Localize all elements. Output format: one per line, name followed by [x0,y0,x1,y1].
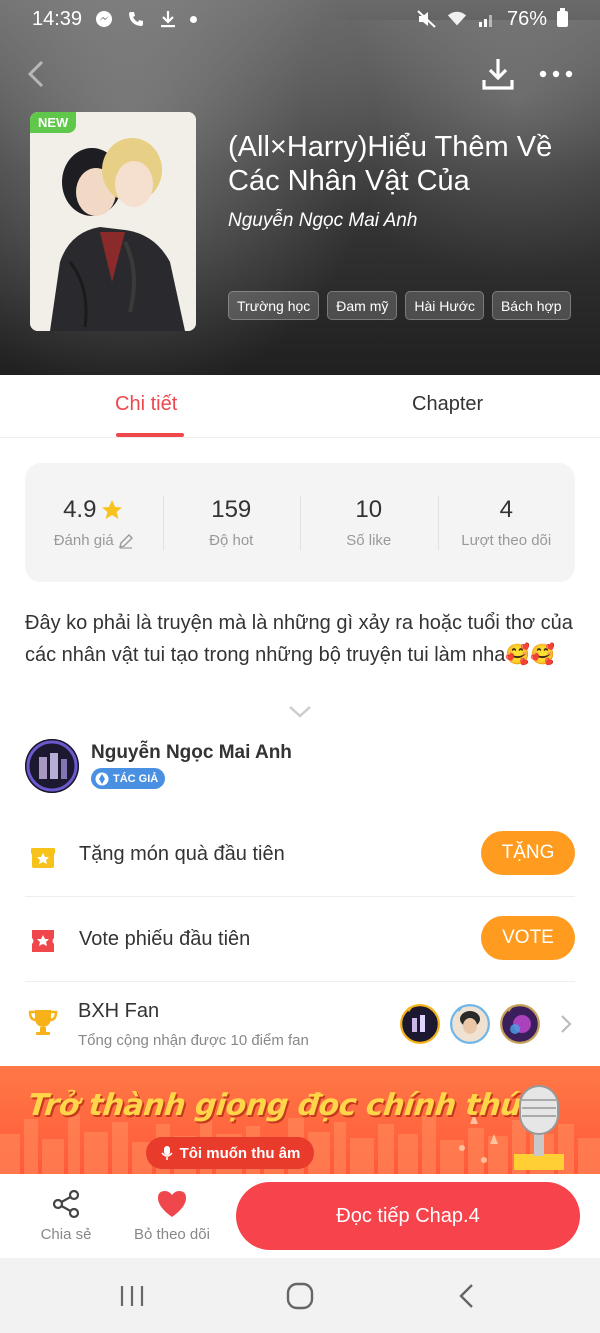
stat-rating[interactable]: 4.9 Đánh giá [25,488,163,558]
back-arrow-icon[interactable] [22,58,54,90]
messenger-icon [94,9,114,29]
unfollow-button[interactable]: Bỏ theo dõi [128,1188,216,1243]
tag-item[interactable]: Trường học [228,291,320,320]
book-cover[interactable]: NEW [30,112,196,331]
followers-label: Lượt theo dõi [461,532,552,549]
tab-bar: Chi tiết Chapter [0,375,600,438]
signal-icon [477,9,497,29]
vote-button[interactable]: VOTE [481,916,575,960]
cover-illustration [30,112,196,331]
fan-avatar[interactable] [400,1004,440,1044]
share-button[interactable]: Chia sẻ [36,1188,96,1243]
diamond-icon [95,772,109,785]
genre-tags: Trường học Đam mỹ Hài Hước Bách hợp [228,291,571,320]
vote-row: Vote phiếu đầu tiên VOTE [25,897,575,982]
status-time: 14:39 [32,7,83,30]
likes-label: Số like [346,532,392,549]
microphone-icon [514,1085,564,1170]
download-icon[interactable] [480,56,516,92]
status-bar: 14:39 76% [0,0,600,38]
star-icon [102,500,123,519]
gift-button[interactable]: TẶNG [481,831,575,875]
chevron-down-icon[interactable] [287,703,313,721]
battery-icon [557,8,568,27]
followers-value: 4 [499,496,513,523]
chevron-right-icon [559,1014,573,1034]
book-title: (All×Harry)Hiểu Thêm Về Các Nhân Vật Của [228,131,553,197]
record-button[interactable]: Tôi muốn thu âm [146,1137,314,1169]
fan-ranking-title: BXH Fan [78,1000,160,1022]
gift-row: Tặng món quà đầu tiên TẶNG [25,812,575,897]
fan-ranking-subtitle: Tổng cộng nhận được 10 điểm fan [78,1032,309,1049]
fan-avatar[interactable] [450,1004,490,1044]
battery-percent: 76% [506,7,547,30]
wifi-icon [447,9,467,29]
active-tab-indicator [116,433,184,437]
gift-label: Tặng món quà đầu tiên [79,843,285,865]
hot-value: 159 [211,496,252,523]
ticket-icon [29,927,57,955]
tab-details[interactable]: Chi tiết [115,393,177,416]
phone-icon [126,9,146,29]
share-label: Chia sẻ [40,1226,92,1243]
unfollow-label: Bỏ theo dõi [134,1226,210,1243]
stat-hot: 159 Độ hot [162,488,301,558]
continue-reading-button[interactable]: Đọc tiếp Chap.4 [236,1182,580,1250]
stats-panel: 4.9 Đánh giá 159 Độ hot 10 Số like 4 Lượ… [25,463,575,582]
record-button-label: Tôi muốn thu âm [179,1144,301,1162]
book-header: 14:39 76% NEW (All×Harry)Hiểu Thêm Về Cá… [0,0,600,375]
mute-icon [417,9,437,29]
author-badge-label: TÁC GIẢ [113,772,159,785]
tag-item[interactable]: Đam mỹ [327,291,398,320]
more-dots-icon[interactable] [538,56,574,92]
bottom-action-bar: Chia sẻ Bỏ theo dõi Đọc tiếp Chap.4 [0,1174,600,1258]
rating-label: Đánh giá [53,532,114,549]
author-name[interactable]: Nguyễn Ngọc Mai Anh [91,742,292,764]
stat-likes: 10 Số like [300,488,438,558]
tag-item[interactable]: Hài Hước [405,291,484,320]
hot-label: Độ hot [209,532,254,549]
back-icon[interactable] [452,1280,484,1312]
heart-icon [158,1191,186,1217]
edit-icon [118,533,133,549]
fan-ranking-row[interactable]: BXH Fan Tổng cộng nhận được 10 điểm fan [25,982,575,1066]
new-badge: NEW [30,112,77,133]
stat-followers: 4 Lượt theo dõi [437,488,576,558]
download-icon [158,9,178,29]
trophy-icon [27,1006,59,1038]
likes-value: 10 [355,496,383,523]
rating-value: 4.9 [63,496,97,523]
system-navigation-bar [0,1258,600,1333]
book-author[interactable]: Nguyễn Ngọc Mai Anh [228,210,417,232]
vote-label: Vote phiếu đầu tiên [79,928,251,950]
gift-icon [29,842,57,870]
dot-icon [190,15,198,23]
author-avatar[interactable] [25,739,79,793]
book-description: Đây ko phải là truyện mà là những gì xảy… [25,612,573,666]
tag-item[interactable]: Bách hợp [491,291,571,320]
recent-apps-icon[interactable] [116,1280,148,1312]
banner-title: Trở thành giọng đọc chính thức! [26,1088,554,1123]
author-badge: TÁC GIẢ [91,768,166,789]
share-icon [52,1189,80,1219]
fan-avatar[interactable] [500,1004,540,1044]
home-icon[interactable] [284,1280,316,1312]
tab-chapter[interactable]: Chapter [412,393,483,416]
mic-small-icon [161,1146,173,1160]
